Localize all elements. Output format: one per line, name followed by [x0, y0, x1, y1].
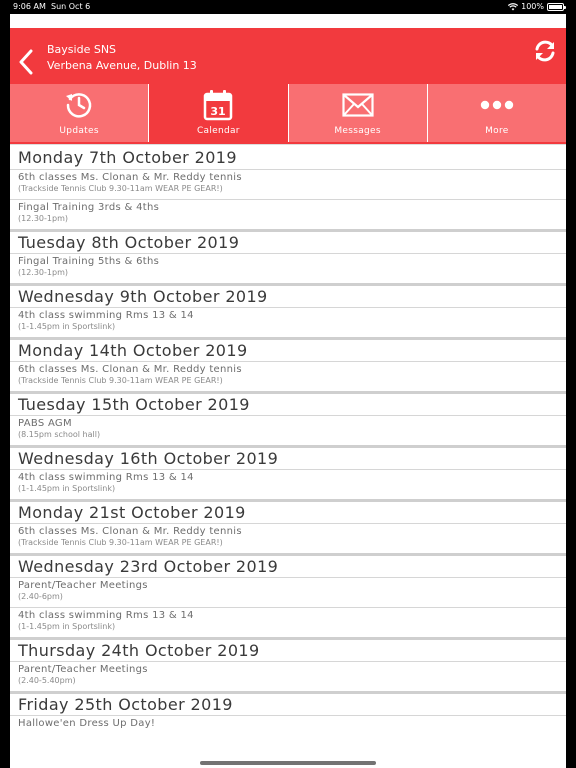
event-title: 6th classes Ms. Clonan & Mr. Reddy tenni…: [18, 364, 242, 375]
clock-refresh-icon: [64, 89, 94, 121]
day-header: Wednesday 23rd October 2019: [10, 553, 566, 577]
day-header: Monday 14th October 2019: [10, 337, 566, 361]
tab-more[interactable]: More: [427, 84, 566, 142]
day-header: Wednesday 9th October 2019: [10, 283, 566, 307]
event-title: Fingal Training 5ths & 6ths: [18, 256, 160, 267]
tab-messages-label: Messages: [334, 126, 381, 136]
back-chevron-icon[interactable]: [18, 49, 34, 75]
calendar-icon-day: 31: [211, 105, 226, 118]
envelope-icon: [342, 89, 374, 121]
home-indicator[interactable]: [200, 761, 376, 765]
event-detail: (1-1.45pm in Sportslink): [18, 322, 116, 331]
event-title: 4th class swimming Rms 13 & 14: [18, 472, 194, 483]
event-title: Fingal Training 3rds & 4ths: [18, 202, 160, 213]
event-item[interactable]: PABS AGM (8.15pm school hall): [10, 415, 566, 445]
event-item[interactable]: 6th classes Ms. Clonan & Mr. Reddy tenni…: [10, 361, 566, 391]
event-item[interactable]: 4th class swimming Rms 13 & 14 (1-1.45pm…: [10, 607, 566, 637]
battery-percent: 100%: [521, 2, 544, 11]
school-address: Verbena Avenue, Dublin 13: [47, 59, 197, 72]
tab-messages[interactable]: Messages: [288, 84, 428, 142]
event-detail: (Trackside Tennis Club 9.30-11am WEAR PE…: [18, 184, 223, 193]
event-detail: (2.40-6pm): [18, 592, 63, 601]
day-header: Thursday 24th October 2019: [10, 637, 566, 661]
tab-updates-label: Updates: [59, 126, 99, 136]
event-title: Parent/Teacher Meetings: [18, 664, 148, 675]
day-header: Tuesday 15th October 2019: [10, 391, 566, 415]
day-header: Tuesday 8th October 2019: [10, 229, 566, 253]
status-time: 9:06 AM Sun Oct 6: [13, 2, 91, 11]
status-bar: 9:06 AM Sun Oct 6 100%: [0, 0, 576, 14]
event-title: 6th classes Ms. Clonan & Mr. Reddy tenni…: [18, 526, 242, 537]
calendar-icon: 31: [203, 89, 233, 121]
event-item[interactable]: Parent/Teacher Meetings (2.40-6pm): [10, 577, 566, 607]
event-title: 6th classes Ms. Clonan & Mr. Reddy tenni…: [18, 172, 242, 183]
wifi-icon: [508, 2, 519, 10]
tab-calendar[interactable]: 31 Calendar: [149, 84, 289, 142]
day-header: Monday 7th October 2019: [18, 147, 237, 167]
event-title: Hallowe'en Dress Up Day!: [18, 718, 156, 729]
event-detail: (12.30-1pm): [18, 214, 68, 223]
school-name: Bayside SNS: [47, 43, 117, 56]
event-item[interactable]: Fingal Training 3rds & 4ths (12.30-1pm): [10, 199, 566, 229]
tab-more-label: More: [485, 126, 509, 136]
event-item[interactable]: 6th classes Ms. Clonan & Mr. Reddy tenni…: [10, 523, 566, 553]
event-item[interactable]: Parent/Teacher Meetings (2.40-5.40pm): [10, 661, 566, 691]
event-title: PABS AGM: [18, 418, 72, 429]
event-item[interactable]: Fingal Training 5ths & 6ths (12.30-1pm): [10, 253, 566, 283]
school-header: Bayside SNS Verbena Avenue, Dublin 13: [10, 28, 566, 84]
event-item[interactable]: Hallowe'en Dress Up Day!: [10, 715, 566, 745]
event-detail: (Trackside Tennis Club 9.30-11am WEAR PE…: [18, 376, 223, 385]
day-header: Monday 21st October 2019: [10, 499, 566, 523]
event-item[interactable]: 6th classes Ms. Clonan & Mr. Reddy tenni…: [10, 169, 566, 199]
event-item[interactable]: 4th class swimming Rms 13 & 14 (1-1.45pm…: [10, 307, 566, 337]
tab-updates[interactable]: Updates: [10, 84, 150, 142]
event-detail: (8.15pm school hall): [18, 430, 101, 439]
calendar-event-list: Monday 7th October 2019 6th classes Ms. …: [10, 144, 566, 745]
status-right: 100%: [508, 2, 566, 11]
event-title: Parent/Teacher Meetings: [18, 580, 148, 591]
event-detail: (Trackside Tennis Club 9.30-11am WEAR PE…: [18, 538, 223, 547]
event-detail: (12.30-1pm): [18, 268, 68, 277]
event-detail: (1-1.45pm in Sportslink): [18, 622, 116, 631]
event-title: 4th class swimming Rms 13 & 14: [18, 310, 194, 321]
event-title: 4th class swimming Rms 13 & 14: [18, 610, 194, 621]
app-window: Bayside SNS Verbena Avenue, Dublin 13 Up…: [10, 14, 566, 768]
event-detail: (1-1.45pm in Sportslink): [18, 484, 116, 493]
event-item[interactable]: 4th class swimming Rms 13 & 14 (1-1.45pm…: [10, 469, 566, 499]
day-header: Wednesday 16th October 2019: [10, 445, 566, 469]
more-dots-icon: [480, 89, 514, 121]
tab-calendar-label: Calendar: [196, 126, 240, 136]
tab-bar: Updates 31 Calendar Messages More: [10, 84, 566, 144]
battery-icon: [547, 2, 566, 11]
day-header: Friday 25th October 2019: [10, 691, 566, 715]
event-detail: (2.40-5.40pm): [18, 676, 76, 685]
refresh-icon[interactable]: [532, 38, 558, 64]
